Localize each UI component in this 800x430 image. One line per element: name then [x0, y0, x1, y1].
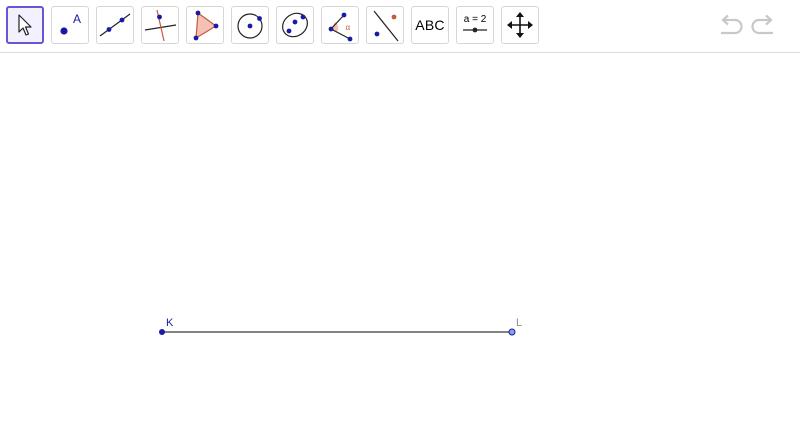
- polygon-icon: [193, 10, 219, 41]
- reflect-about-line-icon: [373, 10, 399, 42]
- point-K-label: K: [166, 317, 174, 329]
- circle-tool-button[interactable]: [231, 6, 269, 44]
- perpendicular-line-icon: [144, 9, 177, 42]
- point-icon: A: [60, 12, 81, 35]
- slider-tool-button[interactable]: a = 2: [456, 6, 494, 44]
- move-tool-button[interactable]: [6, 6, 44, 44]
- slider-tool-label: a = 2: [464, 14, 487, 25]
- reflect-tool-button[interactable]: [366, 6, 404, 44]
- redo-icon: [751, 14, 773, 35]
- point-K[interactable]: [159, 329, 165, 335]
- circle-center-point-icon: [237, 13, 263, 39]
- point-L-label: L: [516, 317, 522, 329]
- ellipse-icon: [282, 12, 308, 38]
- conic-tool-button[interactable]: [276, 6, 314, 44]
- angle-tool-button[interactable]: α: [321, 6, 359, 44]
- angle-tool-label: α: [346, 23, 351, 32]
- undo-button[interactable]: [714, 12, 744, 40]
- point-tool-label: A: [73, 12, 81, 26]
- point-L[interactable]: [508, 328, 516, 336]
- line-tool-button[interactable]: [96, 6, 134, 44]
- polygon-tool-button[interactable]: [186, 6, 224, 44]
- slider-icon: a = 2: [463, 14, 487, 33]
- move-graphics-view-tool-button[interactable]: [501, 6, 539, 44]
- line-through-points-icon: [99, 13, 131, 37]
- toolbar: A α ABC a = 2: [0, 0, 800, 53]
- angle-icon: α: [328, 12, 353, 42]
- redo-button[interactable]: [750, 12, 780, 40]
- cursor-arrow-icon: [18, 14, 32, 36]
- point-tool-button[interactable]: A: [51, 6, 89, 44]
- graphics-view[interactable]: K L: [0, 54, 800, 430]
- undo-icon: [721, 14, 743, 35]
- perpendicular-line-tool-button[interactable]: [141, 6, 179, 44]
- text-tool-label: ABC: [415, 17, 445, 33]
- move-arrows-icon: [507, 12, 533, 38]
- text-tool-button[interactable]: ABC: [411, 6, 449, 44]
